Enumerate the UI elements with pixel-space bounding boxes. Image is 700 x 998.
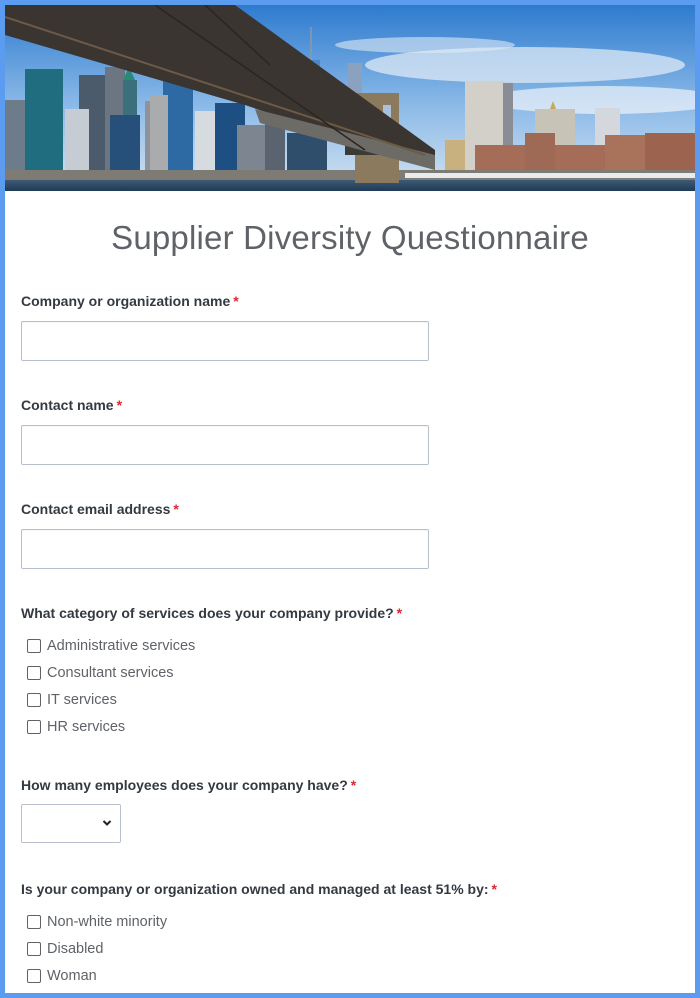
employees-label: How many employees does your company hav… xyxy=(21,777,357,793)
services-label: What category of services does your comp… xyxy=(21,605,403,621)
contact-email-label: Contact email address * xyxy=(21,501,179,517)
skyline-illustration xyxy=(5,5,695,191)
form-frame: Supplier Diversity Questionnaire Company… xyxy=(5,5,695,993)
contact-email-field: Contact email address * xyxy=(21,501,429,569)
ownership-option[interactable]: Non-white minority xyxy=(27,908,497,935)
option-label: HR services xyxy=(47,718,126,735)
services-option[interactable]: Administrative services xyxy=(27,632,402,659)
option-label: Non-white minority xyxy=(47,913,168,930)
contact-name-input[interactable] xyxy=(21,425,429,465)
ownership-field: Is your company or organization owned an… xyxy=(21,881,497,989)
contact-email-input[interactable] xyxy=(21,529,429,569)
company-name-field: Company or organization name * xyxy=(21,293,429,361)
required-marker: * xyxy=(233,293,239,309)
services-field: What category of services does your comp… xyxy=(21,605,402,740)
required-marker: * xyxy=(350,777,357,793)
required-marker: * xyxy=(173,501,179,517)
checkbox-consultant-services[interactable] xyxy=(27,665,41,680)
chevron-down-icon xyxy=(102,820,112,826)
employees-select[interactable] xyxy=(21,804,121,843)
company-name-label: Company or organization name * xyxy=(21,293,239,309)
form-title: Supplier Diversity Questionnaire xyxy=(111,219,589,256)
services-options: Administrative services Consultant servi… xyxy=(21,632,402,740)
checkbox-disabled[interactable] xyxy=(27,941,41,956)
option-label: Administrative services xyxy=(47,637,196,654)
required-marker: * xyxy=(491,881,497,897)
ownership-option[interactable]: Disabled xyxy=(27,935,497,962)
contact-name-field: Contact name * xyxy=(21,397,429,465)
services-option[interactable]: HR services xyxy=(27,713,402,740)
required-marker: * xyxy=(396,605,403,621)
services-option[interactable]: Consultant services xyxy=(27,659,402,686)
checkbox-administrative-services[interactable] xyxy=(27,638,41,653)
option-label: Woman xyxy=(47,967,97,984)
services-option[interactable]: IT services xyxy=(27,686,402,713)
company-name-input[interactable] xyxy=(21,321,429,361)
checkbox-non-white-minority[interactable] xyxy=(27,914,41,929)
ownership-label: Is your company or organization owned an… xyxy=(21,881,497,897)
option-label: Consultant services xyxy=(47,664,174,681)
option-label: IT services xyxy=(47,691,117,708)
contact-name-label: Contact name * xyxy=(21,397,123,413)
required-marker: * xyxy=(116,397,123,413)
checkbox-woman[interactable] xyxy=(27,968,41,983)
checkbox-it-services[interactable] xyxy=(27,692,41,707)
banner-image xyxy=(5,5,695,191)
ownership-options: Non-white minority Disabled Woman xyxy=(21,908,497,989)
ownership-option[interactable]: Woman xyxy=(27,962,497,989)
checkbox-hr-services[interactable] xyxy=(27,719,41,734)
option-label: Disabled xyxy=(47,940,104,957)
employees-field: How many employees does your company hav… xyxy=(21,777,356,843)
